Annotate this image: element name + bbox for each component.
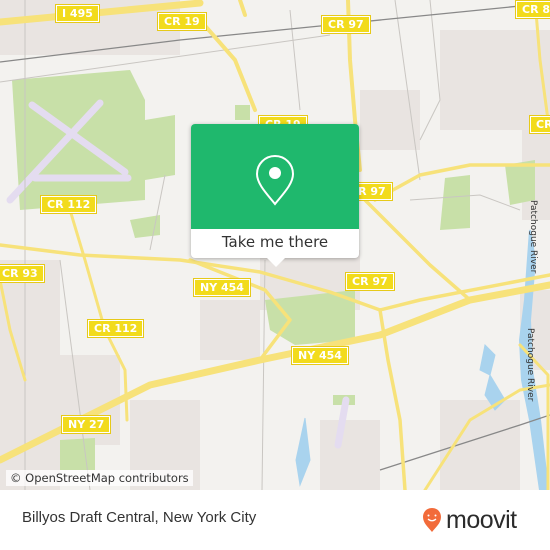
road-shield-cr83: CR 83 bbox=[515, 0, 550, 19]
moovit-pin-icon bbox=[423, 508, 441, 532]
river-label-patchogue-north: Patchogue River bbox=[528, 200, 538, 274]
popup-header bbox=[191, 124, 359, 229]
road-shield-cr112: CR 112 bbox=[39, 195, 98, 214]
place-title: Billyos Draft Central, New York City bbox=[22, 509, 257, 526]
map-pin-icon bbox=[255, 154, 295, 206]
moovit-brand-text: moovit bbox=[446, 506, 517, 534]
road-shield-i495: I 495 bbox=[55, 4, 100, 23]
moovit-logo[interactable]: moovit bbox=[422, 507, 517, 533]
popup-pointer bbox=[267, 258, 285, 267]
road-shield-ny454-east: NY 454 bbox=[291, 346, 349, 365]
road-shield-cr-east: CR bbox=[529, 115, 550, 134]
road-shield-cr93: CR 93 bbox=[0, 264, 45, 283]
road-shield-cr97-south: CR 97 bbox=[345, 272, 395, 291]
road-shield-ny454-west: NY 454 bbox=[193, 278, 251, 297]
footer: Billyos Draft Central, New York City moo… bbox=[0, 490, 550, 550]
take-me-there-button[interactable]: Take me there bbox=[191, 229, 359, 258]
road-shield-cr112-south: CR 112 bbox=[86, 319, 145, 338]
map-view[interactable]: I 495 CR 19 CR 97 CR 83 CR 19 CR 97 CR C… bbox=[0, 0, 550, 490]
location-popup: Take me there bbox=[191, 124, 359, 267]
river-label-patchogue-south: Patchogue River bbox=[525, 328, 535, 402]
road-shield-cr97: CR 97 bbox=[321, 15, 371, 34]
map-attribution[interactable]: © OpenStreetMap contributors bbox=[6, 470, 193, 486]
road-shield-cr19: CR 19 bbox=[157, 12, 207, 31]
road-shield-ny27: NY 27 bbox=[60, 415, 112, 434]
